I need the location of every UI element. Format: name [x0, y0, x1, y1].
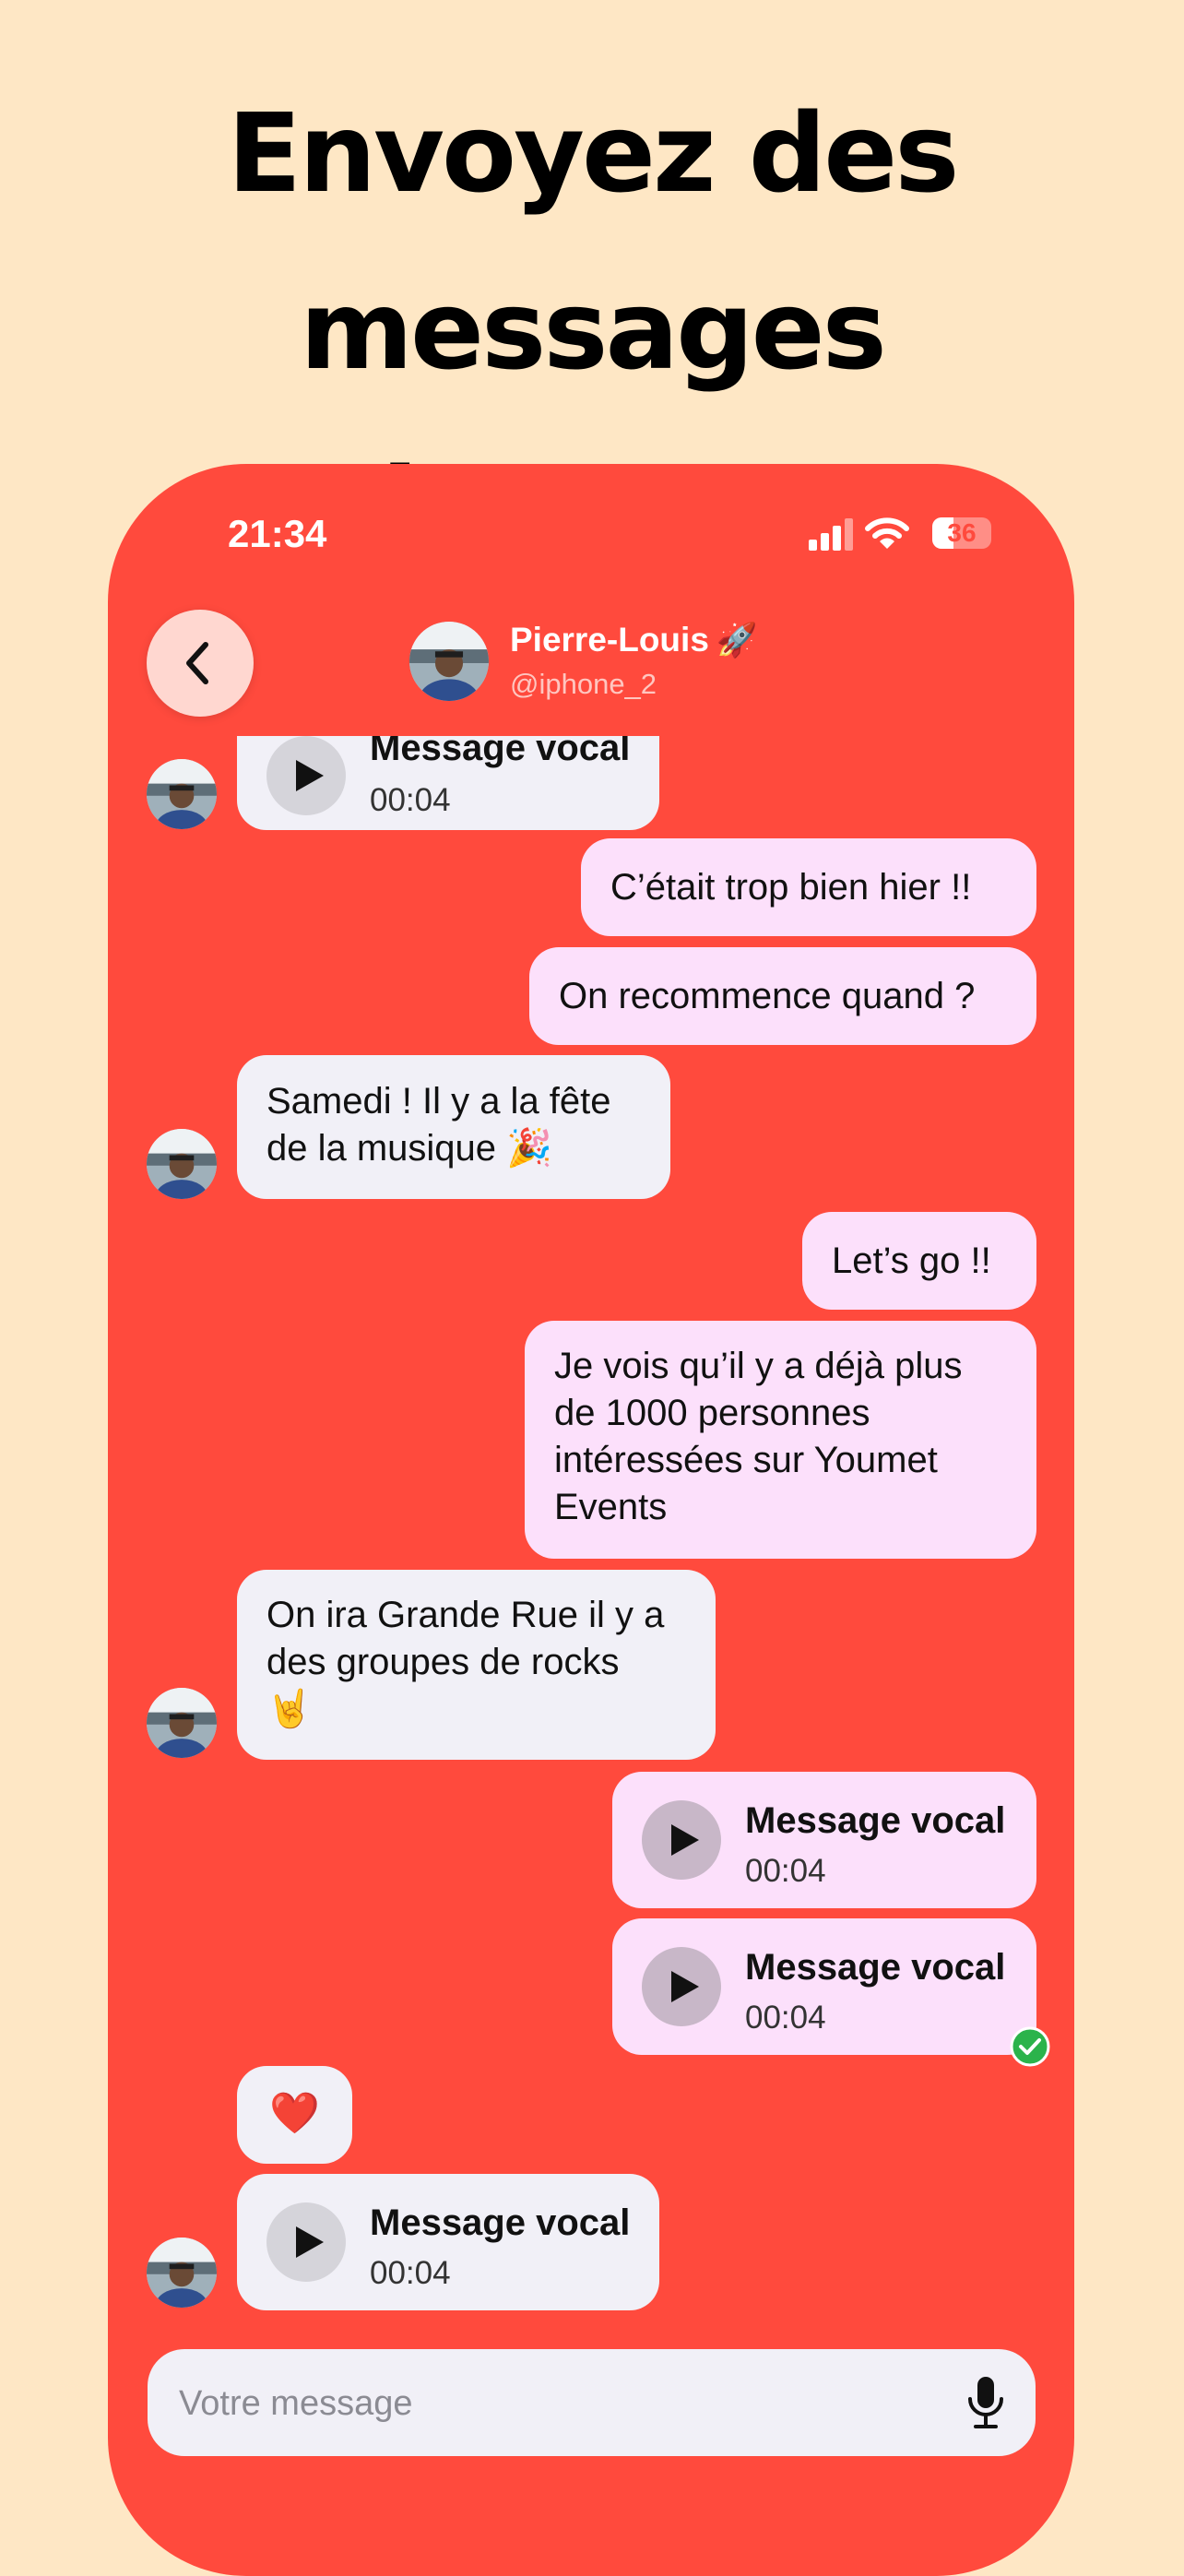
sender-avatar [147, 1129, 217, 1199]
message-text-line: des groupes de rocks [266, 1642, 620, 1682]
play-icon [671, 1971, 699, 2002]
message-input[interactable] [177, 2349, 937, 2458]
play-button[interactable] [642, 1800, 721, 1880]
phone-screen: 21:34 36 Pierre-Louis 🚀 @iphone_2 Messag… [108, 464, 1074, 2576]
play-button[interactable] [642, 1947, 721, 2026]
play-button[interactable] [266, 2202, 346, 2282]
voice-message-incoming[interactable]: Message vocal 00:04 [237, 736, 659, 830]
message-text: On recommence quand ? [559, 976, 976, 1016]
voice-message-duration: 00:04 [745, 2000, 826, 2036]
voice-message-duration: 00:04 [370, 782, 451, 818]
signal-icon [809, 518, 853, 551]
message-text-line: 🤘 [266, 1689, 313, 1729]
sender-avatar [147, 2238, 217, 2308]
headline-line-1: Envoyez des messages [227, 89, 959, 394]
contact-name[interactable]: Pierre-Louis 🚀 [510, 621, 758, 659]
voice-message-title: Message vocal [745, 1947, 1006, 1988]
contact-name-text: Pierre-Louis [510, 621, 709, 659]
status-time: 21:34 [228, 512, 327, 555]
microphone-icon[interactable] [967, 2375, 1004, 2430]
battery-level: 36 [947, 518, 977, 547]
message-text: Let’s go !! [832, 1241, 991, 1281]
text-message-outgoing[interactable]: On recommence quand ? [529, 947, 1036, 1045]
voice-message-incoming[interactable]: Message vocal 00:04 [237, 2174, 659, 2310]
play-icon [296, 760, 324, 791]
voice-message-title: Message vocal [370, 736, 631, 768]
text-message-outgoing[interactable]: Let’s go !! [802, 1212, 1036, 1310]
play-button[interactable] [266, 736, 346, 815]
text-message-outgoing[interactable]: Je vois qu’il y a déjà plus de 1000 pers… [525, 1321, 1036, 1559]
text-message-incoming[interactable]: ❤️ [237, 2066, 352, 2164]
message-text: C’était trop bien hier !! [610, 867, 972, 908]
message-text-line: Je vois qu’il y a déjà plus [554, 1346, 963, 1386]
voice-message-title: Message vocal [370, 2202, 631, 2243]
message-text-line: intéressées sur Youmet [554, 1440, 938, 1480]
voice-message-title: Message vocal [745, 1800, 1006, 1841]
rocket-emoji: 🚀 [716, 621, 758, 659]
battery-icon: 36 [932, 517, 991, 549]
sender-avatar [147, 1688, 217, 1758]
voice-message-outgoing[interactable]: Message vocal 00:04 [612, 1772, 1036, 1908]
play-icon [296, 2226, 324, 2258]
voice-message-duration: 00:04 [370, 2255, 451, 2291]
contact-handle: @iphone_2 [510, 668, 657, 700]
text-message-incoming[interactable]: On ira Grande Rue il y a des groupes de … [237, 1570, 716, 1760]
wifi-icon [865, 517, 909, 549]
message-composer [148, 2349, 1036, 2458]
back-button[interactable] [147, 610, 254, 717]
message-text-line: Events [554, 1487, 668, 1527]
message-text-line: On ira Grande Rue il y a [266, 1595, 665, 1635]
contact-avatar[interactable] [409, 622, 489, 701]
message-text-line: de la musique 🎉 [266, 1128, 552, 1169]
message-text-line: Samedi ! Il y a la fête [266, 1081, 611, 1122]
text-message-outgoing[interactable]: C’était trop bien hier !! [581, 838, 1036, 936]
message-text-line: de 1000 personnes [554, 1393, 870, 1433]
text-message-incoming[interactable]: Samedi ! Il y a la fête de la musique 🎉 [237, 1055, 670, 1199]
check-circle-icon [1010, 2026, 1050, 2067]
chevron-left-icon [186, 642, 208, 684]
heart-emoji: ❤️ [269, 2091, 320, 2136]
voice-message-outgoing[interactable]: Message vocal 00:04 [612, 1918, 1036, 2055]
message-list[interactable]: Message vocal 00:04 C’était trop bien hi… [108, 736, 1074, 2470]
play-icon [671, 1824, 699, 1856]
voice-message-duration: 00:04 [745, 1853, 826, 1889]
sender-avatar [147, 759, 217, 829]
